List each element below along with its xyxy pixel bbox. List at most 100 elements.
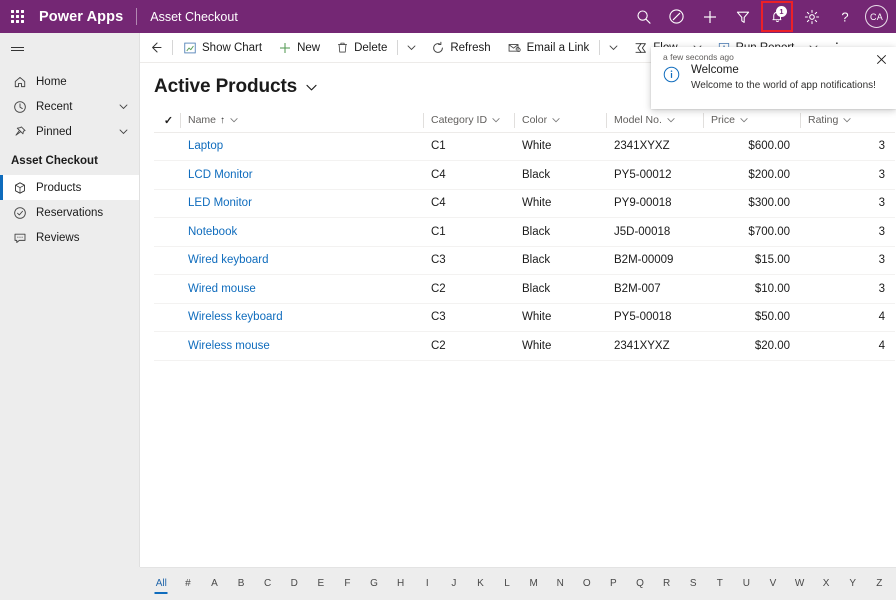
table-row[interactable]: LED Monitor C4 White PY9-00018 $300.00 3 [154, 189, 895, 218]
close-icon[interactable] [872, 50, 890, 68]
chevron-down-icon[interactable] [305, 81, 318, 94]
alpha-filter-t[interactable]: T [706, 577, 733, 591]
row-checkbox[interactable] [154, 160, 180, 190]
alpha-filter-u[interactable]: U [733, 577, 760, 591]
help-icon[interactable]: ? [828, 0, 861, 33]
table-row[interactable]: LCD Monitor C4 Black PY5-00012 $200.00 3 [154, 160, 895, 190]
search-icon[interactable] [627, 0, 660, 33]
row-checkbox[interactable] [154, 274, 180, 304]
alpha-filter-x[interactable]: X [813, 577, 840, 591]
cell-name[interactable]: LCD Monitor [180, 160, 423, 190]
alpha-filter-d[interactable]: D [281, 577, 308, 591]
alpha-filter-v[interactable]: V [760, 577, 787, 591]
column-header-model-no[interactable]: Model No. [606, 109, 703, 133]
select-all-checkbox[interactable]: ✓ [154, 109, 180, 133]
row-checkbox[interactable] [154, 132, 180, 161]
sidebar-item-products[interactable]: Products [0, 175, 139, 200]
alpha-filter-z[interactable]: Z [866, 577, 893, 591]
new-button[interactable]: New [270, 33, 328, 63]
notifications-icon[interactable]: 1 [761, 1, 793, 32]
record-link[interactable]: Wired mouse [188, 283, 256, 295]
sidebar-item-pinned[interactable]: Pinned [0, 119, 139, 144]
alpha-filter-j[interactable]: J [441, 577, 468, 591]
alpha-filter-e[interactable]: E [308, 577, 335, 591]
cell-name[interactable]: Wireless mouse [180, 331, 423, 361]
delete-button[interactable]: Delete [328, 33, 395, 63]
row-checkbox[interactable] [154, 217, 180, 247]
record-link[interactable]: Notebook [188, 226, 237, 238]
cell-name[interactable]: Notebook [180, 217, 423, 247]
alpha-filter-a[interactable]: A [201, 577, 228, 591]
alpha-filter-c[interactable]: C [254, 577, 281, 591]
diagnostics-icon[interactable] [660, 0, 693, 33]
row-checkbox[interactable] [154, 189, 180, 218]
alpha-filter-n[interactable]: N [547, 577, 574, 591]
alpha-filter-q[interactable]: Q [627, 577, 654, 591]
sidebar-item-reviews[interactable]: Reviews [0, 225, 139, 250]
column-header-rating[interactable]: Rating [800, 109, 895, 133]
record-link[interactable]: LED Monitor [188, 197, 252, 209]
alpha-filter-o[interactable]: O [574, 577, 601, 591]
alpha-filter-p[interactable]: P [600, 577, 627, 591]
avatar[interactable]: CA [865, 5, 888, 28]
refresh-button[interactable]: Refresh [423, 33, 498, 63]
alpha-filter-b[interactable]: B [228, 577, 255, 591]
app-name[interactable]: Asset Checkout [150, 10, 238, 24]
alpha-filter-all[interactable]: All [148, 577, 175, 591]
delete-caret[interactable] [400, 33, 423, 63]
record-link[interactable]: Wireless mouse [188, 340, 270, 352]
cell-rating: 3 [800, 246, 895, 275]
chevron-down-icon[interactable] [118, 126, 129, 137]
app-launcher-icon[interactable] [0, 0, 34, 33]
alpha-filter-m[interactable]: M [520, 577, 547, 591]
plus-icon[interactable] [693, 0, 726, 33]
table-row[interactable]: Wireless mouse C2 White 2341XYXZ $20.00 4 [154, 331, 895, 361]
column-header-name[interactable]: Name ↑ [180, 109, 423, 133]
sidebar-item-recent[interactable]: Recent [0, 94, 139, 119]
column-header-category-id[interactable]: Category ID [423, 109, 514, 133]
record-link[interactable]: Wired keyboard [188, 254, 269, 266]
alpha-filter-i[interactable]: I [414, 577, 441, 591]
cell-name[interactable]: Wired keyboard [180, 246, 423, 275]
sitemap-hamburger-icon[interactable] [0, 33, 140, 65]
alpha-filter-l[interactable]: L [494, 577, 521, 591]
sidebar-item-home[interactable]: Home [0, 69, 139, 94]
alpha-filter-hash[interactable]: # [175, 577, 202, 591]
table-row[interactable]: Laptop C1 White 2341XYXZ $600.00 3 [154, 132, 895, 161]
chevron-down-icon[interactable] [118, 101, 129, 112]
email-a-link-button[interactable]: Email a Link [499, 33, 598, 63]
table-row[interactable]: Wireless keyboard C3 White PY5-00018 $50.00 4 [154, 303, 895, 332]
record-link[interactable]: LCD Monitor [188, 169, 253, 181]
show-chart-button[interactable]: Show Chart [175, 33, 270, 63]
cell-name[interactable]: Laptop [180, 132, 423, 161]
row-checkbox[interactable] [154, 303, 180, 332]
table-row[interactable]: Wired mouse C2 Black B2M-007 $10.00 3 [154, 274, 895, 304]
sidebar-item-reservations[interactable]: Reservations [0, 200, 139, 225]
settings-gear-icon[interactable] [795, 0, 828, 33]
cell-name[interactable]: Wireless keyboard [180, 303, 423, 332]
view-selector[interactable]: Active Products [140, 63, 318, 98]
brand-name[interactable]: Power Apps [39, 9, 123, 25]
alpha-filter-g[interactable]: G [361, 577, 388, 591]
table-row[interactable]: Wired keyboard C3 Black B2M-00009 $15.00 3 [154, 246, 895, 275]
back-button[interactable] [140, 33, 170, 63]
email-a-link-caret[interactable] [602, 33, 625, 63]
record-link[interactable]: Wireless keyboard [188, 311, 283, 323]
alpha-filter-f[interactable]: F [334, 577, 361, 591]
alpha-filter-w[interactable]: W [786, 577, 813, 591]
alpha-filter-s[interactable]: S [680, 577, 707, 591]
row-checkbox[interactable] [154, 331, 180, 361]
alpha-filter-y[interactable]: Y [839, 577, 866, 591]
cell-name[interactable]: LED Monitor [180, 189, 423, 218]
alpha-filter-k[interactable]: K [467, 577, 494, 591]
column-header-color[interactable]: Color [514, 109, 606, 133]
filter-icon[interactable] [726, 0, 759, 33]
sidebar-item-label: Recent [36, 100, 73, 113]
alpha-filter-h[interactable]: H [387, 577, 414, 591]
column-header-price[interactable]: Price [703, 109, 800, 133]
record-link[interactable]: Laptop [188, 140, 223, 152]
cell-name[interactable]: Wired mouse [180, 274, 423, 304]
alpha-filter-r[interactable]: R [653, 577, 680, 591]
row-checkbox[interactable] [154, 246, 180, 275]
table-row[interactable]: Notebook C1 Black J5D-00018 $700.00 3 [154, 217, 895, 247]
